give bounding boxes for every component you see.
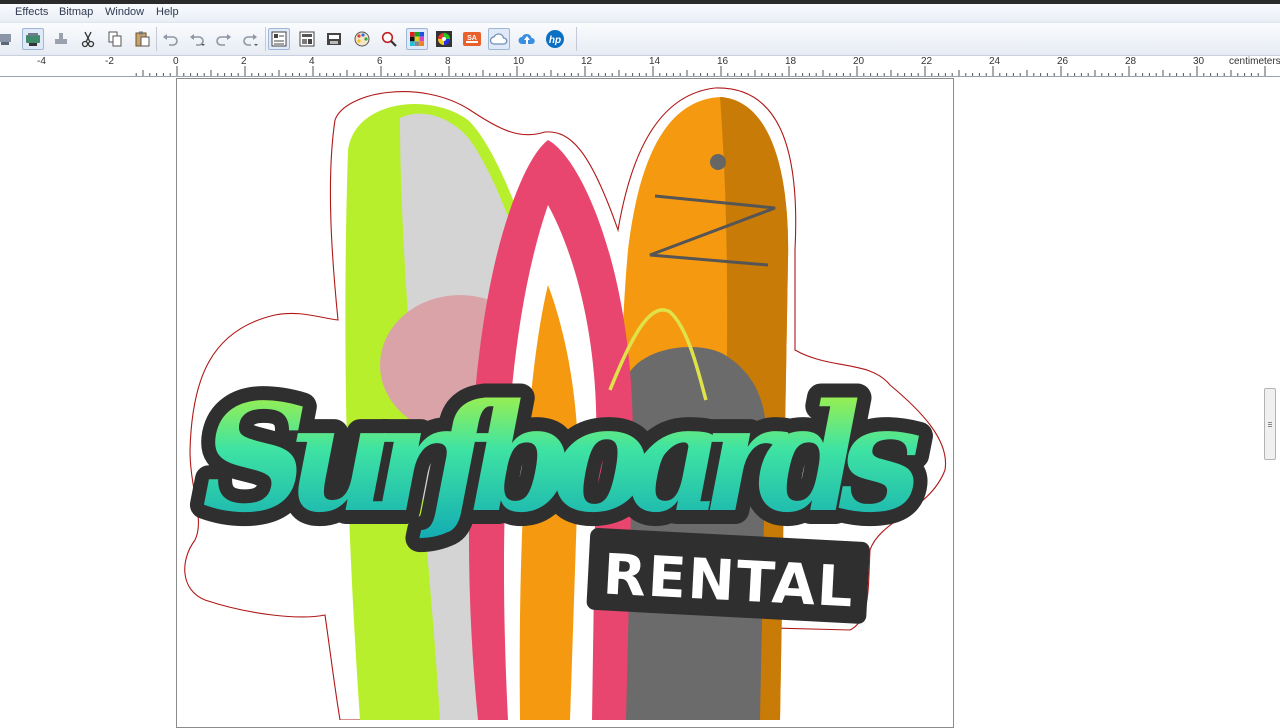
title-lettering: Surfboards Surfboards xyxy=(188,357,936,559)
rental-text: RENTAL xyxy=(601,542,854,620)
surfboards-rental-artwork[interactable]: Surfboards Surfboards RENTAL xyxy=(0,0,1280,720)
vertical-scrollbar-thumb[interactable] xyxy=(1264,388,1276,460)
rental-badge: RENTAL xyxy=(586,528,870,624)
title-text: Surfboards xyxy=(202,371,922,545)
